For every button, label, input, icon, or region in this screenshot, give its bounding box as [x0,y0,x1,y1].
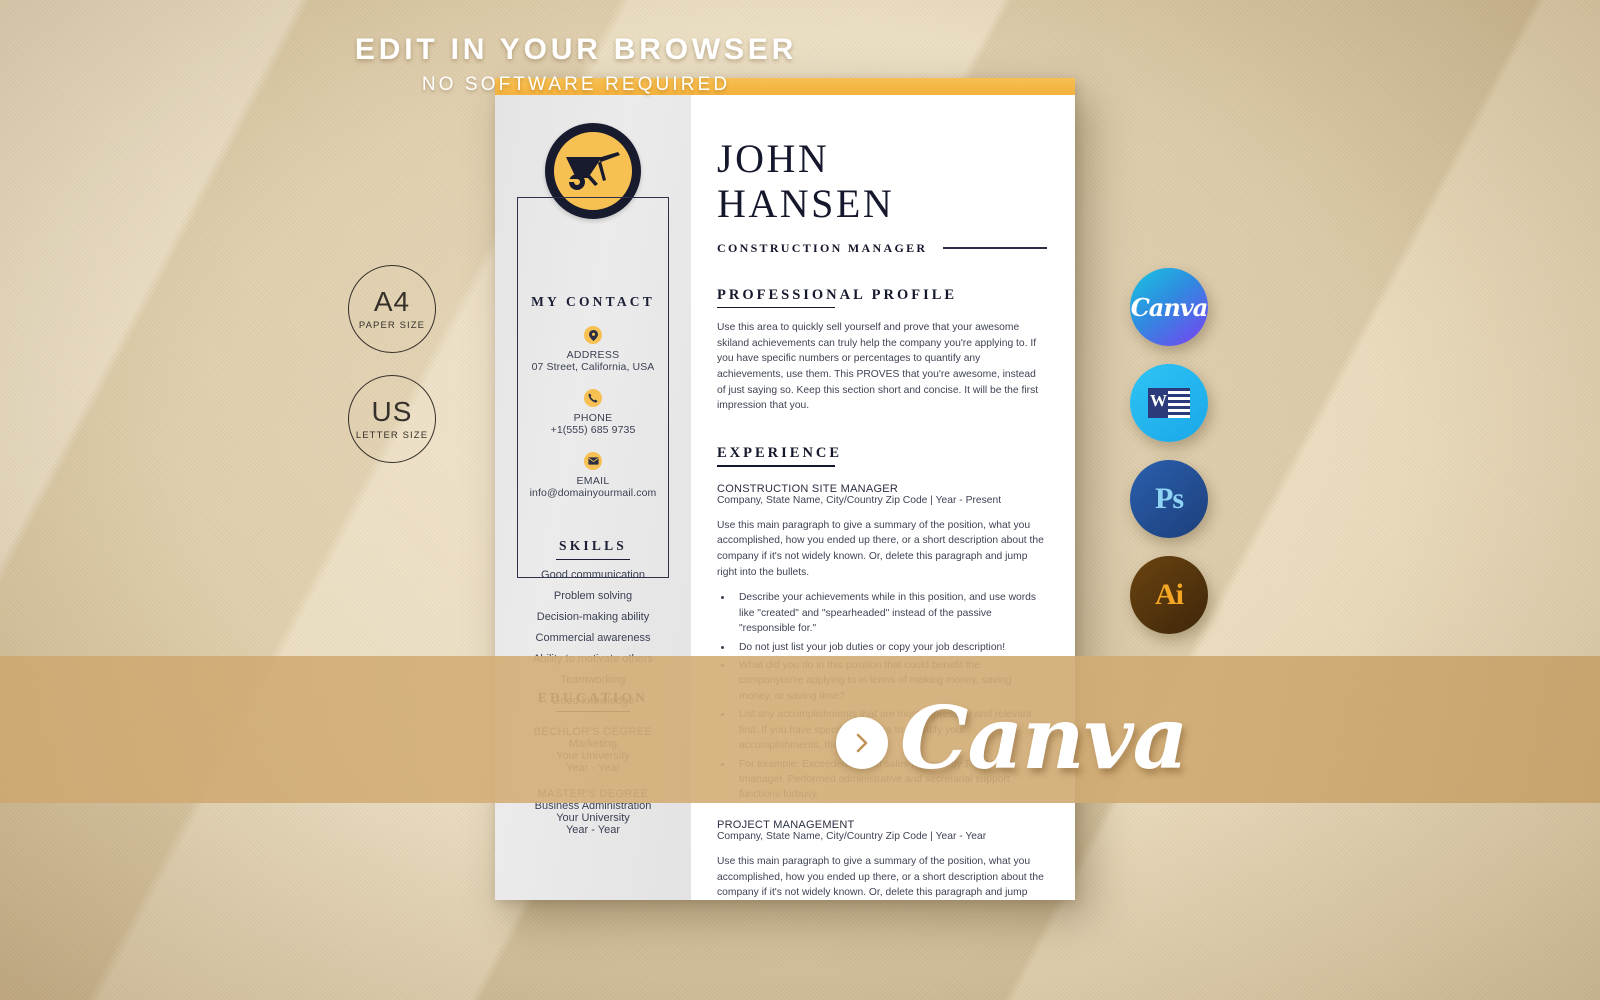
supported-apps-list: Canva W Ps Ai [1130,268,1208,652]
contact-value-address: 07 Street, California, USA [531,361,655,373]
contact-heading: MY CONTACT [531,294,655,309]
contact-value-email: info@domainyourmail.com [529,487,657,499]
profile-body: Use this area to quickly sell yourself a… [717,322,1039,412]
experience-underline [717,465,835,467]
contact-item-phone: PHONE +1(555) 685 9735 [518,389,668,436]
promo-banner [0,656,1600,803]
job-bullet: Do not just list your job duties or copy… [733,640,1047,655]
envelope-glyph [587,457,599,465]
skill-item: Good communication [541,569,645,582]
canva-app-icon[interactable]: Canva [1130,268,1208,346]
profile-section: PROFESSIONAL PROFILE Use this area to qu… [717,286,1047,414]
promo-banner-subline: NO SOFTWARE REQUIRED [421,74,731,95]
illustrator-app-label: Ai [1155,578,1184,611]
job-summary: Use this main paragraph to give a summar… [717,855,1044,899]
education-school: Your University [556,812,630,825]
photoshop-app-label: Ps [1155,482,1184,515]
contact-item-address: ADDRESS 07 Street, California, USA [518,326,668,373]
contact-value-phone: +1(555) 685 9735 [550,424,636,436]
job-bullet: Describe your achievements while in this… [733,590,1047,636]
word-app-icon[interactable]: W [1130,364,1208,442]
candidate-last-name: HANSEN [717,180,895,226]
contact-label-address: ADDRESS [566,349,620,361]
education-years: Year - Year [565,824,621,837]
contact-section: MY CONTACT ADDRESS 07 Street, California… [518,294,668,499]
skills-underline [556,559,630,561]
job-meta: Company, State Name, City/Country Zip Co… [717,494,1002,506]
job-summary: Use this main paragraph to give a summar… [717,519,1044,578]
location-pin-icon [584,326,602,344]
experience-heading: EXPERIENCE [717,445,843,462]
badge-us-title: US [371,395,413,427]
candidate-first-name: JOHN [717,136,830,181]
wheelbarrow-glyph [566,152,620,190]
role-rule [943,247,1047,249]
paper-size-badges: A4 PAPER SIZE US LETTER SIZE [348,265,436,463]
contact-frame: MY CONTACT ADDRESS 07 Street, California… [517,197,669,578]
phone-icon [584,389,602,407]
photoshop-app-icon[interactable]: Ps [1130,460,1208,538]
job-meta: Company, State Name, City/Country Zip Co… [717,830,987,842]
candidate-role: CONSTRUCTION MANAGER [717,240,928,255]
phone-glyph [588,393,598,403]
chevron-right-glyph [856,733,868,753]
illustrator-app-icon[interactable]: Ai [1130,556,1208,634]
word-app-label: W [1150,391,1167,410]
badge-us: US LETTER SIZE [348,375,436,463]
profile-heading: PROFESSIONAL PROFILE [717,286,958,303]
skills-heading: SKILLS [559,538,627,553]
pin-glyph [588,329,598,341]
candidate-role-row: CONSTRUCTION MANAGER [717,241,1047,256]
contact-item-email: EMAIL info@domainyourmail.com [518,452,668,499]
job-title: PROJECT MANAGEMENT [717,818,855,831]
experience-job: PROJECT MANAGEMENT Company, State Name, … [717,819,1047,900]
badge-a4-subtitle: PAPER SIZE [358,319,426,331]
canva-brand-wordmark: Canva [900,688,1188,789]
canva-app-label: Canva [1130,292,1208,322]
skill-item: Decision-making ability [536,611,650,624]
contact-label-phone: PHONE [573,412,613,424]
contact-label-email: EMAIL [576,475,610,487]
skill-item: Problem solving [553,590,633,603]
badge-us-subtitle: LETTER SIZE [355,429,429,441]
profile-underline [717,306,835,309]
envelope-icon [584,452,602,470]
skill-item: Commercial awareness [535,632,651,645]
promo-banner-headline: EDIT IN YOUR BROWSER [354,33,798,66]
badge-a4: A4 PAPER SIZE [348,265,436,353]
job-title: CONSTRUCTION SITE MANAGER [717,482,899,495]
badge-a4-title: A4 [373,285,411,317]
promo-banner-text: EDIT IN YOUR BROWSER NO SOFTWARE REQUIRE… [348,33,804,96]
chevron-right-icon[interactable] [836,717,888,769]
